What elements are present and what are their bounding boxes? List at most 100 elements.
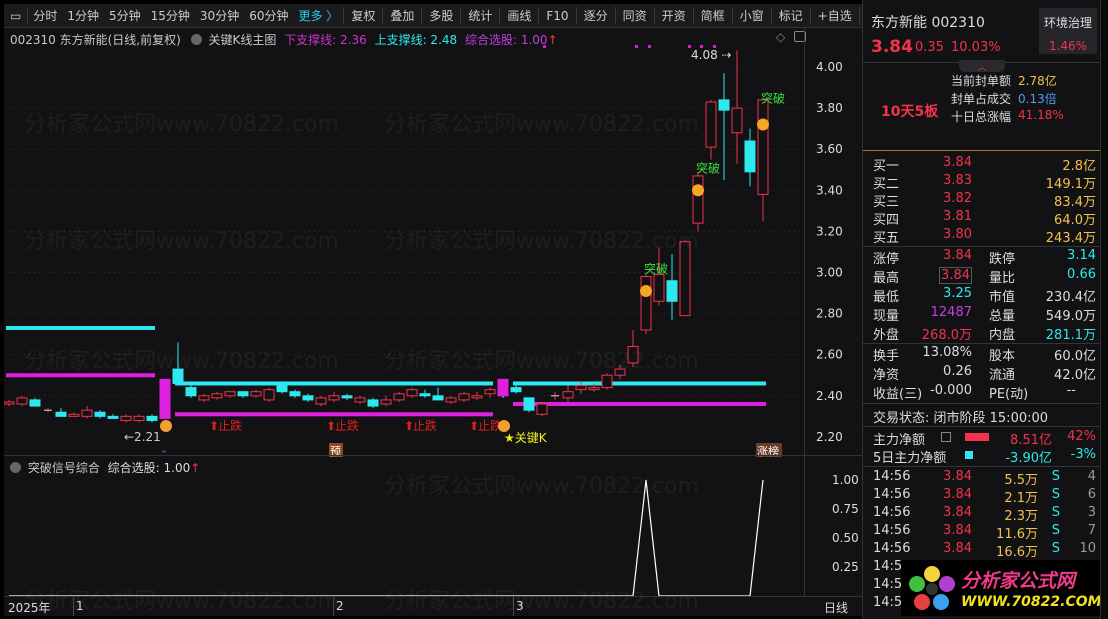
tick-time: 14:56 xyxy=(873,487,911,502)
stat-row: 换手 13.08% 股本 60.0亿 xyxy=(873,345,1096,364)
stat-row: 收益(三) -0.000 PE(动) -- xyxy=(873,383,1096,402)
toolbar-button[interactable]: 小窗 xyxy=(731,7,771,24)
tick-row: 14:56 3.84 5.5万 S 4 xyxy=(873,469,1096,488)
candle xyxy=(497,378,509,398)
trade-status: 交易状态: 闭市阶段 15:00:00 xyxy=(873,411,1049,426)
high-price-marker: 4.08 ⇢ xyxy=(691,48,732,62)
sub-indicator-toggle-icon[interactable] xyxy=(10,462,21,473)
period-tab[interactable]: 分时 xyxy=(27,7,62,24)
quote-panel: 东方新能 002310 环境治理 1.46% 3.84 0.35 10.03% ︿ 10天5板… xyxy=(862,0,1108,619)
toolbar-button[interactable]: +自选 xyxy=(809,7,859,24)
candle-body xyxy=(211,393,223,399)
tick-side: S xyxy=(1051,505,1060,520)
candle xyxy=(484,387,496,398)
price-tick-label: 2.60 xyxy=(816,348,843,362)
candle-body xyxy=(94,411,106,417)
period-tab[interactable]: 15分钟 xyxy=(146,7,195,24)
candle-body xyxy=(744,140,756,173)
upper-support-line xyxy=(175,381,493,386)
candle xyxy=(159,378,171,419)
candle xyxy=(551,391,559,400)
stat-value: 3.14 xyxy=(1067,248,1096,263)
toolbar-button[interactable]: 复权 xyxy=(343,7,382,24)
toolbar-button[interactable]: 简框 xyxy=(692,7,732,24)
candle xyxy=(250,389,262,398)
limit-info-value: 2.78亿 xyxy=(1018,74,1057,88)
money-bag-icon xyxy=(160,420,172,432)
toolbar-button[interactable]: 多股 xyxy=(421,7,460,24)
price-tick-label: 3.20 xyxy=(816,224,843,238)
candle-body xyxy=(4,401,15,405)
flow-bar xyxy=(965,433,989,441)
tick-row: 14:56 3.84 2.3万 S 3 xyxy=(873,505,1096,524)
candle-body xyxy=(289,391,301,397)
stat-row: 净资 0.26 流通 42.0亿 xyxy=(873,364,1096,383)
period-label[interactable]: 日线 xyxy=(824,599,848,616)
signal-dot xyxy=(635,45,638,48)
tick-side: S xyxy=(1051,541,1060,556)
candle xyxy=(133,414,145,423)
candle xyxy=(601,373,613,390)
logo-name: 分析家公式网 xyxy=(961,570,1076,592)
candle-body xyxy=(679,241,691,317)
bid-row: 买三 3.82 83.4万 xyxy=(873,191,1096,210)
candle-body xyxy=(341,395,353,399)
stat-row: 最低 3.25 市值 230.4亿 xyxy=(873,286,1096,305)
sub-tick-label: 0.50 xyxy=(832,531,859,545)
break-label: 突破 xyxy=(696,160,720,175)
sub-tick-label: 0.75 xyxy=(832,502,859,516)
collapse-chevron-icon[interactable]: ︿ xyxy=(959,60,1005,73)
candle-body xyxy=(172,368,184,384)
scrollbar[interactable] xyxy=(1100,0,1108,619)
fund-flow-row: 主力净额 8.51亿 42% xyxy=(873,429,1096,448)
date-separator xyxy=(333,597,334,616)
tick-side: S xyxy=(1051,469,1060,484)
candlestick-chart[interactable]: 4.00 3.80 3.60 3.40 3.20 3.00 2.80 2.60 2.40 2.20… xyxy=(4,28,862,616)
date-tick: 3 xyxy=(516,599,524,613)
bid-price: 3.84 xyxy=(943,155,972,170)
candle xyxy=(94,410,106,419)
period-tab[interactable]: 5分钟 xyxy=(104,7,146,24)
period-tab[interactable]: 1分钟 xyxy=(62,7,104,24)
tick-row: 14:56 3.84 11.6万 S 7 xyxy=(873,523,1096,542)
toolbar-button[interactable]: 叠加 xyxy=(382,7,421,24)
toolbar-button[interactable]: 标记 xyxy=(770,7,810,24)
stat-value: 549.0万 xyxy=(1045,309,1096,324)
more-periods-button[interactable]: 更多 〉 xyxy=(293,7,343,24)
limit-info-label: 当前封单额 xyxy=(951,74,1012,88)
flow-value: -3.90亿 xyxy=(1005,451,1052,466)
candle-body xyxy=(731,107,743,134)
toolbar-button[interactable]: 同资 xyxy=(614,7,654,24)
candle-body xyxy=(523,397,535,411)
candle-body xyxy=(315,397,327,405)
toolbar-button[interactable]: F10 xyxy=(538,8,575,23)
bid-volume: 149.1万 xyxy=(1045,177,1096,192)
toolbar-button[interactable]: 画线 xyxy=(499,7,538,24)
candle-body xyxy=(458,393,470,401)
period-tab[interactable]: 30分钟 xyxy=(195,7,244,24)
stat-label: 量比 xyxy=(989,271,1016,286)
key-k-label: ★关键K xyxy=(504,431,548,445)
site-logo: 分析家公式网 WWW.70822.COM xyxy=(901,560,1102,616)
period-tab[interactable]: 60分钟 xyxy=(244,7,293,24)
bid-level: 买三 xyxy=(873,195,900,210)
tick-price: 3.84 xyxy=(943,541,972,556)
candle-body xyxy=(692,175,704,224)
layout-toggle-icon[interactable]: ▭ xyxy=(4,9,27,23)
tick-price: 3.84 xyxy=(943,487,972,502)
sub-indicator-name[interactable]: 突破信号综合 xyxy=(28,461,100,475)
sector-box[interactable]: 环境治理 1.46% xyxy=(1039,8,1097,54)
candle xyxy=(692,173,704,232)
price-axis-border xyxy=(804,28,805,596)
date-tick: 2025年 xyxy=(8,601,51,615)
toolbar-button[interactable]: 逐分 xyxy=(575,7,615,24)
toolbar-button[interactable]: 开资 xyxy=(653,7,693,24)
pane-divider[interactable] xyxy=(4,455,862,456)
stat-label: 跌停 xyxy=(989,252,1016,267)
toolbar-button[interactable]: 统计 xyxy=(460,7,499,24)
lower-support-line xyxy=(175,412,493,417)
stat-value: 281.1万 xyxy=(1045,328,1096,343)
chart-area[interactable]: 002310 东方新能(日线,前复权) 关键K线主图 下支撑线: 2.36 上支… xyxy=(4,28,862,616)
stat-label: PE(动) xyxy=(989,387,1029,402)
list-icon[interactable] xyxy=(941,432,951,442)
